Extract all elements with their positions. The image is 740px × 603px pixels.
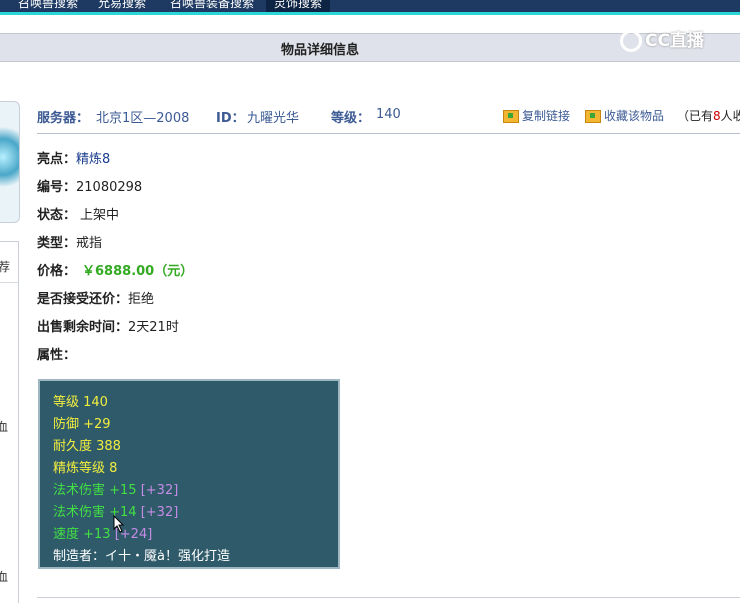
attr-maker: 制造者：イ十・魇ȧ！强化打造 <box>53 549 230 564</box>
sidebar-snippet: 血 <box>0 570 9 584</box>
info-bar: 服务器： 北京1区—2008 ID： 九曜光华 等级： 140 复制链接 收藏该… <box>37 105 740 134</box>
server-label: 服务器： <box>37 111 90 126</box>
status-value: 上架中 <box>80 208 120 223</box>
highlight-value: 精炼8 <box>76 152 111 167</box>
remaining-time-row: 出售剩余时间：2天21时 <box>37 316 179 335</box>
sidebar-snippet: 血 <box>0 420 9 434</box>
attribute-panel: 等级 140 防御 +29 耐久度 388 精炼等级 8 法术伤害 +15 [+… <box>38 379 340 569</box>
attr-speed-main: 速度 +13 <box>53 527 111 542</box>
price-label: 价格： <box>37 264 77 279</box>
attributes-row: 属性： <box>37 344 76 363</box>
highlight-label: 亮点： <box>37 152 77 167</box>
attr-refine: 精炼等级 8 <box>53 461 118 476</box>
type-row: 类型：戒指 <box>37 232 102 251</box>
divider <box>37 597 740 598</box>
tab-pet-equip-search[interactable]: 召唤兽装备搜索 <box>170 0 254 11</box>
attr-magic-damage-1: 法术伤害 +15 [+32] <box>53 479 178 498</box>
left-sidebar: 荐 血 血 <box>0 241 19 603</box>
number-value: 21080298 <box>76 180 143 195</box>
attr-durability: 耐久度 388 <box>53 439 121 454</box>
type-value: 戒指 <box>76 236 103 251</box>
tab-accessory-search[interactable]: 灵饰搜索 <box>266 0 331 12</box>
status-row: 状态： 上架中 <box>37 204 119 223</box>
bargain-value: 拒绝 <box>128 292 155 307</box>
collect-button[interactable]: 收藏该物品 <box>585 107 664 124</box>
tab-trade-search[interactable]: 允易搜索 <box>98 0 146 11</box>
favorite-count: （已有8人收藏 <box>677 107 740 124</box>
attr-magic-2-bonus: [+32] <box>140 505 179 520</box>
bargain-row: 是否接受还价：拒绝 <box>37 288 154 307</box>
number-row: 编号：21080298 <box>37 176 142 195</box>
collect-label: 收藏该物品 <box>604 109 665 123</box>
watermark-logo: CC直播 <box>620 26 704 52</box>
fav-prefix: （已有 <box>677 109 714 123</box>
type-label: 类型： <box>37 236 77 251</box>
tab-pet-search[interactable]: 召唤兽搜索 <box>18 0 78 11</box>
level-value: 140 <box>376 107 401 122</box>
id-value: 九曜光华 <box>247 111 300 126</box>
bargain-label: 是否接受还价： <box>37 292 129 307</box>
remaining-time-label: 出售剩余时间： <box>37 320 129 335</box>
highlight-row: 亮点：精炼8 <box>37 148 110 167</box>
price-row: 价格： ￥6888.00（元） <box>37 260 193 279</box>
top-navigation: 召唤兽搜索 允易搜索 召唤兽装备搜索 灵饰搜索 <box>0 0 740 15</box>
copy-link-label: 复制链接 <box>522 109 571 123</box>
attr-magic-1-main: 法术伤害 +15 <box>53 483 137 498</box>
page-title: 物品详细信息 <box>280 43 359 58</box>
level-label: 等级： <box>331 111 371 126</box>
sidebar-snippet: 荐 <box>0 260 11 274</box>
server-value: 北京1区—2008 <box>96 111 190 126</box>
item-thumbnail <box>0 101 20 223</box>
folder-icon <box>503 110 519 123</box>
folder-add-icon <box>585 110 601 123</box>
attr-defense: 防御 +29 <box>53 417 111 432</box>
fav-count: 8 <box>713 109 721 123</box>
attr-magic-1-bonus: [+32] <box>140 483 179 498</box>
fav-suffix: 人收藏 <box>720 109 740 123</box>
attributes-label: 属性： <box>37 348 77 363</box>
attr-speed: 速度 +13 [+24] <box>53 523 152 542</box>
id-label: ID： <box>216 111 245 126</box>
status-label: 状态： <box>37 208 77 223</box>
divider <box>0 282 18 283</box>
number-label: 编号： <box>37 180 77 195</box>
watermark-text: CC直播 <box>645 31 704 51</box>
cc-logo-icon <box>620 30 642 52</box>
attr-level: 等级 140 <box>53 395 108 410</box>
price-value: ￥6888.00（元） <box>82 264 194 279</box>
remaining-time-value: 2天21时 <box>128 320 179 335</box>
mouse-cursor-icon <box>113 515 125 533</box>
copy-link-button[interactable]: 复制链接 <box>503 107 570 124</box>
